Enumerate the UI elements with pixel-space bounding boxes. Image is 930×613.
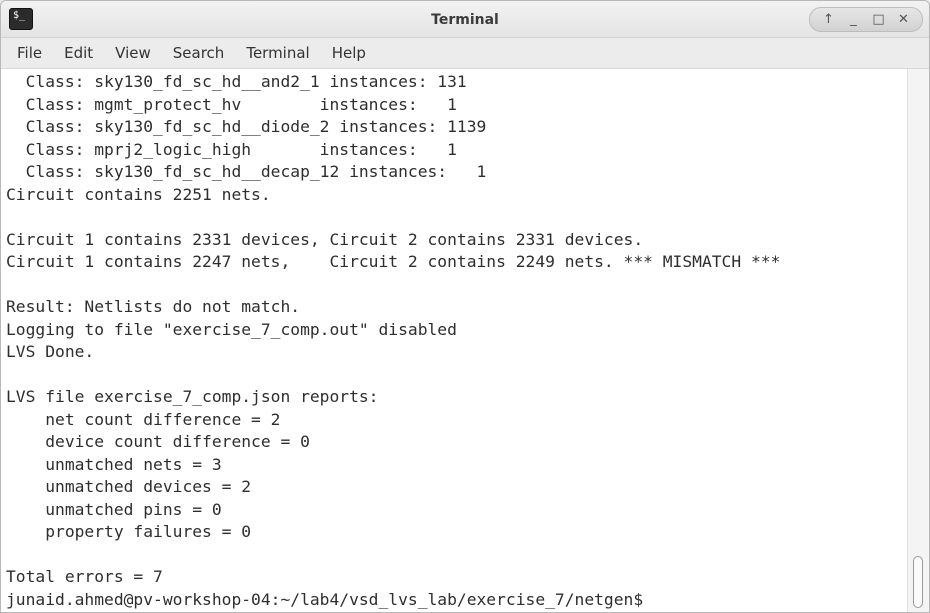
terminal-line: Class: mgmt_protect_hv instances: 1: [6, 94, 457, 114]
terminal-line: Class: sky130_fd_sc_hd__diode_2 instance…: [6, 117, 487, 136]
window-controls: ↑ _ □ ✕: [809, 7, 923, 32]
terminal-line: Class: sky130_fd_sc_hd__and2_1 instances…: [6, 72, 467, 91]
menu-help[interactable]: Help: [321, 38, 377, 68]
terminal-line: LVS file exercise_7_comp.json reports:: [6, 387, 379, 406]
terminal-line: unmatched devices = 2: [6, 477, 252, 496]
terminal-prompt-line[interactable]: junaid.ahmed@pv-workshop-04:~/lab4/vsd_l…: [6, 589, 907, 612]
terminal-line: Circuit 1 contains 2247 nets, Circuit 2 …: [6, 252, 781, 271]
vertical-scrollbar[interactable]: [907, 69, 929, 612]
terminal-line: property failures = 0: [6, 522, 252, 541]
terminal-line: net count difference = 2: [6, 409, 281, 429]
terminal-line: Result: Netlists do not match.: [6, 297, 301, 316]
terminal-line: Circuit contains 2251 nets.: [6, 184, 271, 204]
menu-search[interactable]: Search: [162, 38, 236, 68]
terminal-line: Class: mprj2_logic_high instances: 1: [6, 139, 457, 159]
menu-bar: File Edit View Search Terminal Help: [1, 38, 929, 69]
menu-edit[interactable]: Edit: [53, 38, 104, 68]
terminal-line: Class: sky130_fd_sc_hd__decap_12 instanc…: [6, 162, 487, 181]
menu-view[interactable]: View: [104, 38, 162, 68]
window-title: Terminal: [431, 12, 499, 28]
title-bar[interactable]: $_ Terminal ↑ _ □ ✕: [1, 1, 929, 38]
menu-terminal[interactable]: Terminal: [235, 38, 320, 68]
terminal-line: unmatched pins = 0: [6, 499, 222, 519]
close-icon[interactable]: ✕: [894, 10, 914, 30]
menu-file[interactable]: File: [6, 38, 53, 68]
terminal-line: unmatched nets = 3: [6, 454, 222, 474]
terminal-output[interactable]: Class: sky130_fd_sc_hd__and2_1 instances…: [1, 69, 907, 612]
scrollbar-thumb[interactable]: [913, 556, 923, 608]
terminal-line: Circuit 1 contains 2331 devices, Circuit…: [6, 229, 644, 249]
terminal-line: LVS Done.: [6, 342, 95, 361]
minimize-icon[interactable]: _: [844, 10, 864, 30]
terminal-line: Logging to file "exercise_7_comp.out" di…: [6, 319, 457, 339]
terminal-line: Total errors = 7: [6, 567, 163, 586]
terminal-line: device count difference = 0: [6, 432, 310, 451]
terminal-window: $_ Terminal ↑ _ □ ✕ File Edit View Searc…: [0, 0, 930, 613]
shade-up-icon[interactable]: ↑: [819, 10, 839, 30]
maximize-icon[interactable]: □: [869, 10, 889, 30]
